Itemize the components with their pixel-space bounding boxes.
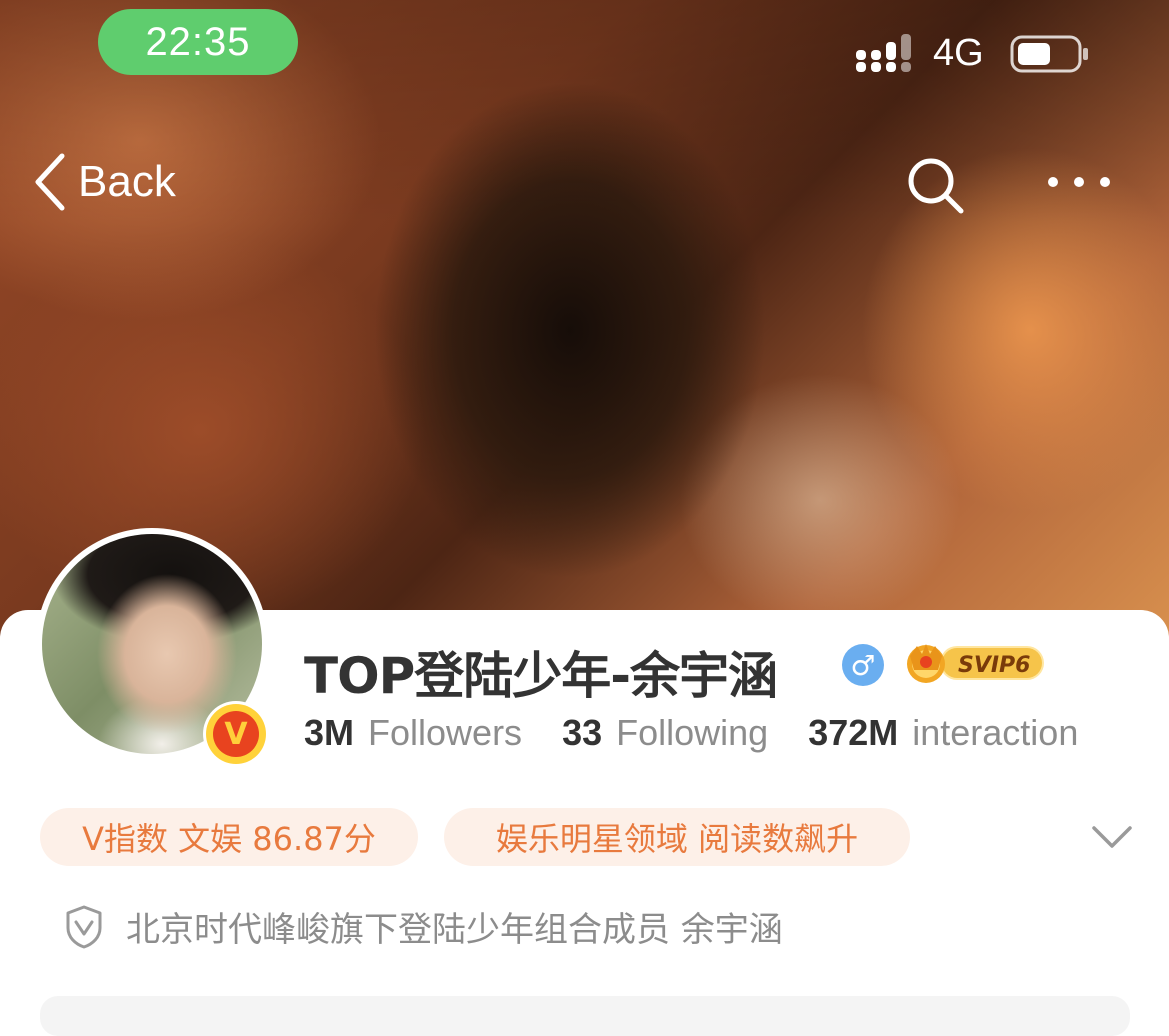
- signal-icon: [856, 34, 911, 72]
- shield-v-icon: [66, 905, 102, 948]
- status-time: 22:35: [98, 9, 298, 75]
- v-index-tag[interactable]: V指数 文娱 86.87分: [40, 808, 418, 866]
- interaction-label[interactable]: interaction: [912, 712, 1078, 754]
- content-panel: [40, 996, 1130, 1036]
- crown-icon: [907, 644, 945, 683]
- following-count[interactable]: 33: [562, 712, 602, 754]
- chevron-down-icon[interactable]: [1090, 822, 1134, 852]
- svip-badge[interactable]: SVIP6: [900, 640, 1048, 686]
- field-rank-tag[interactable]: 娱乐明星领域 阅读数飙升: [444, 808, 910, 866]
- more-dots-icon[interactable]: [1044, 170, 1114, 194]
- verified-v: V: [213, 711, 259, 757]
- battery-icon: [1010, 35, 1088, 73]
- network-type: 4G: [933, 32, 984, 74]
- followers-label[interactable]: Followers: [368, 712, 522, 754]
- chevron-left-icon: [35, 153, 65, 211]
- back-button[interactable]: Back: [34, 152, 176, 212]
- profile-name: TOP登陆少年-余宇涵: [304, 647, 778, 705]
- verification-text: 北京时代峰峻旗下登陆少年组合成员 余宇涵: [126, 910, 783, 950]
- profile-stats: 3M Followers 33 Following 372M interacti…: [304, 712, 1118, 754]
- gender-icon: ♂: [842, 644, 884, 686]
- search-icon[interactable]: [903, 155, 967, 215]
- svip-label: SVIP6: [958, 653, 1031, 678]
- back-label: Back: [78, 157, 176, 206]
- following-label[interactable]: Following: [616, 712, 768, 754]
- followers-count[interactable]: 3M: [304, 712, 354, 754]
- verified-badge: V: [206, 704, 266, 764]
- verification-info: 北京时代峰峻旗下登陆少年组合成员 余宇涵: [64, 902, 783, 951]
- interaction-count[interactable]: 372M: [808, 712, 898, 754]
